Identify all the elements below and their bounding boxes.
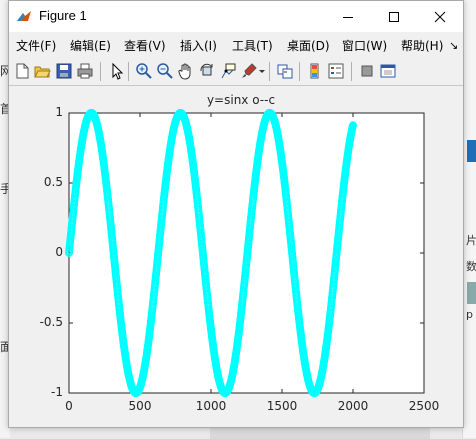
y-tick-label: 0 <box>55 245 63 259</box>
x-tick-label: 0 <box>65 399 73 413</box>
menu-tools[interactable]: 工具(T) <box>232 37 273 54</box>
rotate-3d-icon[interactable] <box>198 62 216 80</box>
window-title: Figure 1 <box>39 8 87 23</box>
open-file-icon[interactable] <box>33 62 51 80</box>
link-plot-icon[interactable] <box>276 62 294 80</box>
brush-icon[interactable] <box>240 62 258 80</box>
data-cursor-icon[interactable] <box>219 62 237 80</box>
insert-legend-icon[interactable] <box>327 62 345 80</box>
pan-hand-icon[interactable] <box>177 62 195 80</box>
edit-plot-arrow-icon[interactable] <box>107 62 125 80</box>
y-tick-label: -1 <box>51 385 63 399</box>
zoom-in-icon[interactable] <box>135 62 153 80</box>
close-icon <box>434 11 446 22</box>
title-bar[interactable]: Figure 1 <box>9 1 463 32</box>
menu-edit[interactable]: 编辑(E) <box>70 37 111 54</box>
menu-file[interactable]: 文件(F) <box>16 37 56 54</box>
figure-canvas[interactable]: y=sinx o--c -1 -0.5 0 0.5 1 0 500 1000 1500 2000 2… <box>9 86 463 427</box>
menu-bar: 文件(F) 编辑(E) 查看(V) 插入(I) 工具(T) 桌面(D) 窗口(W… <box>9 32 463 58</box>
menu-help[interactable]: 帮助(H) <box>401 37 443 54</box>
brush-dropdown-icon[interactable] <box>258 62 266 80</box>
minimize-icon <box>343 16 353 18</box>
close-button[interactable] <box>417 1 463 32</box>
x-tick-label: 1000 <box>195 399 227 413</box>
insert-colorbar-icon[interactable] <box>306 62 324 80</box>
menu-window[interactable]: 窗口(W) <box>342 37 387 54</box>
print-icon[interactable] <box>76 62 94 80</box>
save-icon[interactable] <box>55 62 73 80</box>
y-tick-label: 0.5 <box>43 175 63 189</box>
plot-area[interactable] <box>9 86 463 427</box>
y-tick-label: -0.5 <box>39 315 63 329</box>
menu-view[interactable]: 查看(V) <box>124 37 166 54</box>
menu-insert[interactable]: 插入(I) <box>180 37 217 54</box>
y-tick-label: 1 <box>55 105 63 119</box>
zoom-out-icon[interactable] <box>156 62 174 80</box>
x-tick-label: 500 <box>128 399 152 413</box>
background-window-right-edge: 片数p <box>462 0 476 438</box>
menu-desktop[interactable]: 桌面(D) <box>287 37 330 54</box>
show-plot-tools-icon[interactable] <box>379 62 397 80</box>
menu-overflow-arrow-icon[interactable]: ↘ <box>449 39 458 52</box>
minimize-button[interactable] <box>325 1 371 32</box>
matlab-figure-icon <box>17 11 31 21</box>
x-tick-label: 2500 <box>408 399 440 413</box>
chart-title: y=sinx o--c <box>206 93 276 107</box>
maximize-icon <box>389 11 399 22</box>
maximize-button[interactable] <box>371 1 417 32</box>
toolbar <box>9 58 463 86</box>
x-tick-label: 2000 <box>337 399 369 413</box>
new-figure-icon[interactable] <box>13 62 31 80</box>
x-tick-label: 1500 <box>266 399 298 413</box>
hide-plot-tools-icon[interactable] <box>358 62 376 80</box>
figure-window: Figure 1 文件(F) 编辑(E) 查看(V) 插入(I) 工具(T) 桌… <box>8 0 464 428</box>
